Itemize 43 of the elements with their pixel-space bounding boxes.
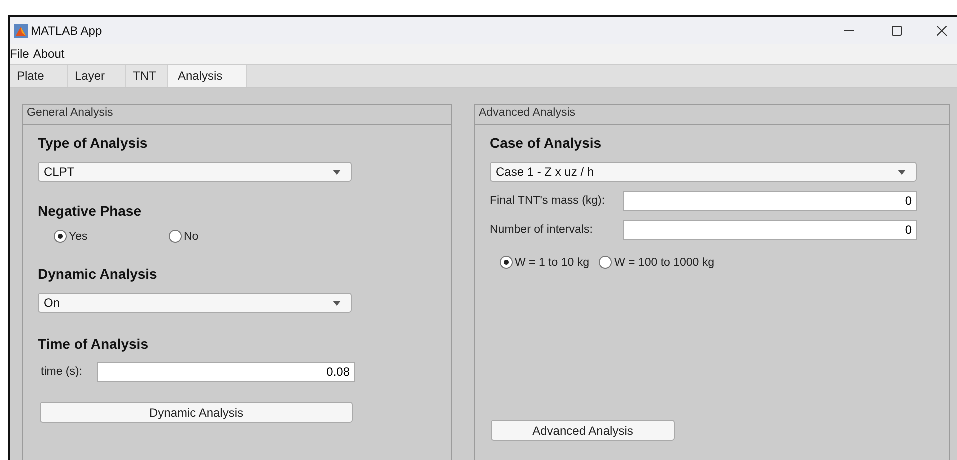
section-heading: Case of Analysis xyxy=(490,135,603,151)
radio-button[interactable]: Yes xyxy=(54,230,169,243)
radio-label: W = 1 to 10 kg xyxy=(515,256,590,268)
radio-button[interactable]: No xyxy=(169,230,284,243)
close-icon xyxy=(937,26,947,36)
radio-circle[interactable] xyxy=(54,230,67,243)
dynamic-analysis-button[interactable]: Dynamic Analysis xyxy=(40,402,353,423)
maximize-icon xyxy=(892,26,902,36)
radio-label: Yes xyxy=(69,230,88,242)
panel-title: General Analysis xyxy=(23,105,451,125)
dropdown[interactable]: On xyxy=(38,293,352,313)
radio-circle[interactable] xyxy=(169,230,182,243)
section-heading: Time of Analysis xyxy=(38,336,150,352)
dropdown[interactable]: CLPT xyxy=(38,162,352,182)
tab[interactable]: Layer xyxy=(68,65,126,87)
dropdown-arrow-icon xyxy=(333,300,341,306)
field-label: time (s): xyxy=(40,366,84,378)
menu-item[interactable]: File xyxy=(10,47,34,61)
input-field[interactable]: 0 xyxy=(623,191,917,211)
section-heading: Negative Phase xyxy=(38,203,142,219)
input-field[interactable]: 0 xyxy=(623,220,917,240)
radio-label: No xyxy=(184,230,199,242)
field-label: Final TNT's mass (kg): xyxy=(490,195,606,207)
tab[interactable]: Plate xyxy=(10,65,68,87)
panel-title: Advanced Analysis xyxy=(475,105,949,125)
advanced-analysis-button[interactable]: Advanced Analysis xyxy=(491,420,675,441)
tab[interactable]: TNT xyxy=(126,65,168,87)
app-logo-icon xyxy=(14,24,28,38)
radio-label: W = 100 to 1000 kg xyxy=(614,256,715,268)
section-heading: Type of Analysis xyxy=(38,135,149,151)
tab[interactable]: Analysis xyxy=(168,65,247,87)
radio-button[interactable]: W = 100 to 1000 kg xyxy=(599,256,715,269)
input-field[interactable]: 0.08 xyxy=(97,362,355,382)
radio-button[interactable]: W = 1 to 10 kg xyxy=(500,256,590,269)
radio-circle[interactable] xyxy=(500,256,513,269)
dropdown-arrow-icon xyxy=(333,170,341,174)
menu-item[interactable]: About xyxy=(33,47,69,61)
field-label: Number of intervals: xyxy=(490,224,594,236)
dropdown-arrow-icon xyxy=(898,170,906,174)
radio-circle[interactable] xyxy=(599,256,612,269)
window-title: MATLAB App xyxy=(31,24,102,38)
section-heading: Dynamic Analysis xyxy=(38,266,158,282)
dropdown[interactable]: Case 1 - Z x uz / h xyxy=(490,162,917,182)
